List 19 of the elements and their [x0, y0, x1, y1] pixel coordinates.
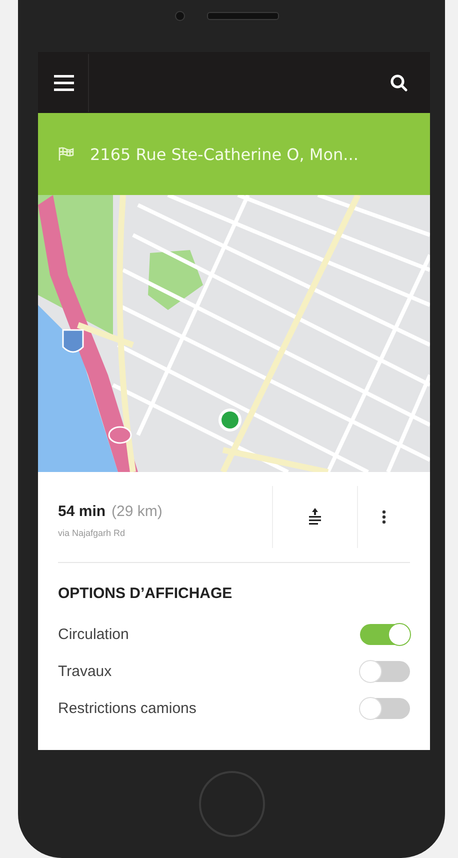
route-distance: (29 km)	[112, 502, 162, 520]
camera-icon	[175, 11, 185, 21]
list-icon	[309, 508, 321, 526]
route-duration: 54 min	[58, 502, 106, 520]
destination-address: 2165 Rue Ste-Catherine O, Mon...	[90, 144, 358, 164]
option-label: Circulation	[58, 626, 129, 643]
menu-icon[interactable]	[54, 74, 74, 90]
home-button[interactable]	[198, 771, 264, 837]
speaker-icon	[207, 12, 279, 20]
more-vertical-icon	[382, 510, 386, 524]
options-heading: OPTIONS D’AFFICHAGE	[58, 585, 234, 602]
search-icon[interactable]	[390, 74, 408, 92]
option-label: Travaux	[58, 663, 112, 680]
toggle-switch[interactable]	[360, 698, 410, 719]
toggle-switch[interactable]	[360, 661, 410, 682]
route-via: via Najafgarh Rd	[58, 528, 126, 538]
flag-icon	[58, 147, 74, 161]
option-label: Restrictions camions	[58, 700, 196, 717]
toggle-switch[interactable]	[360, 624, 410, 645]
